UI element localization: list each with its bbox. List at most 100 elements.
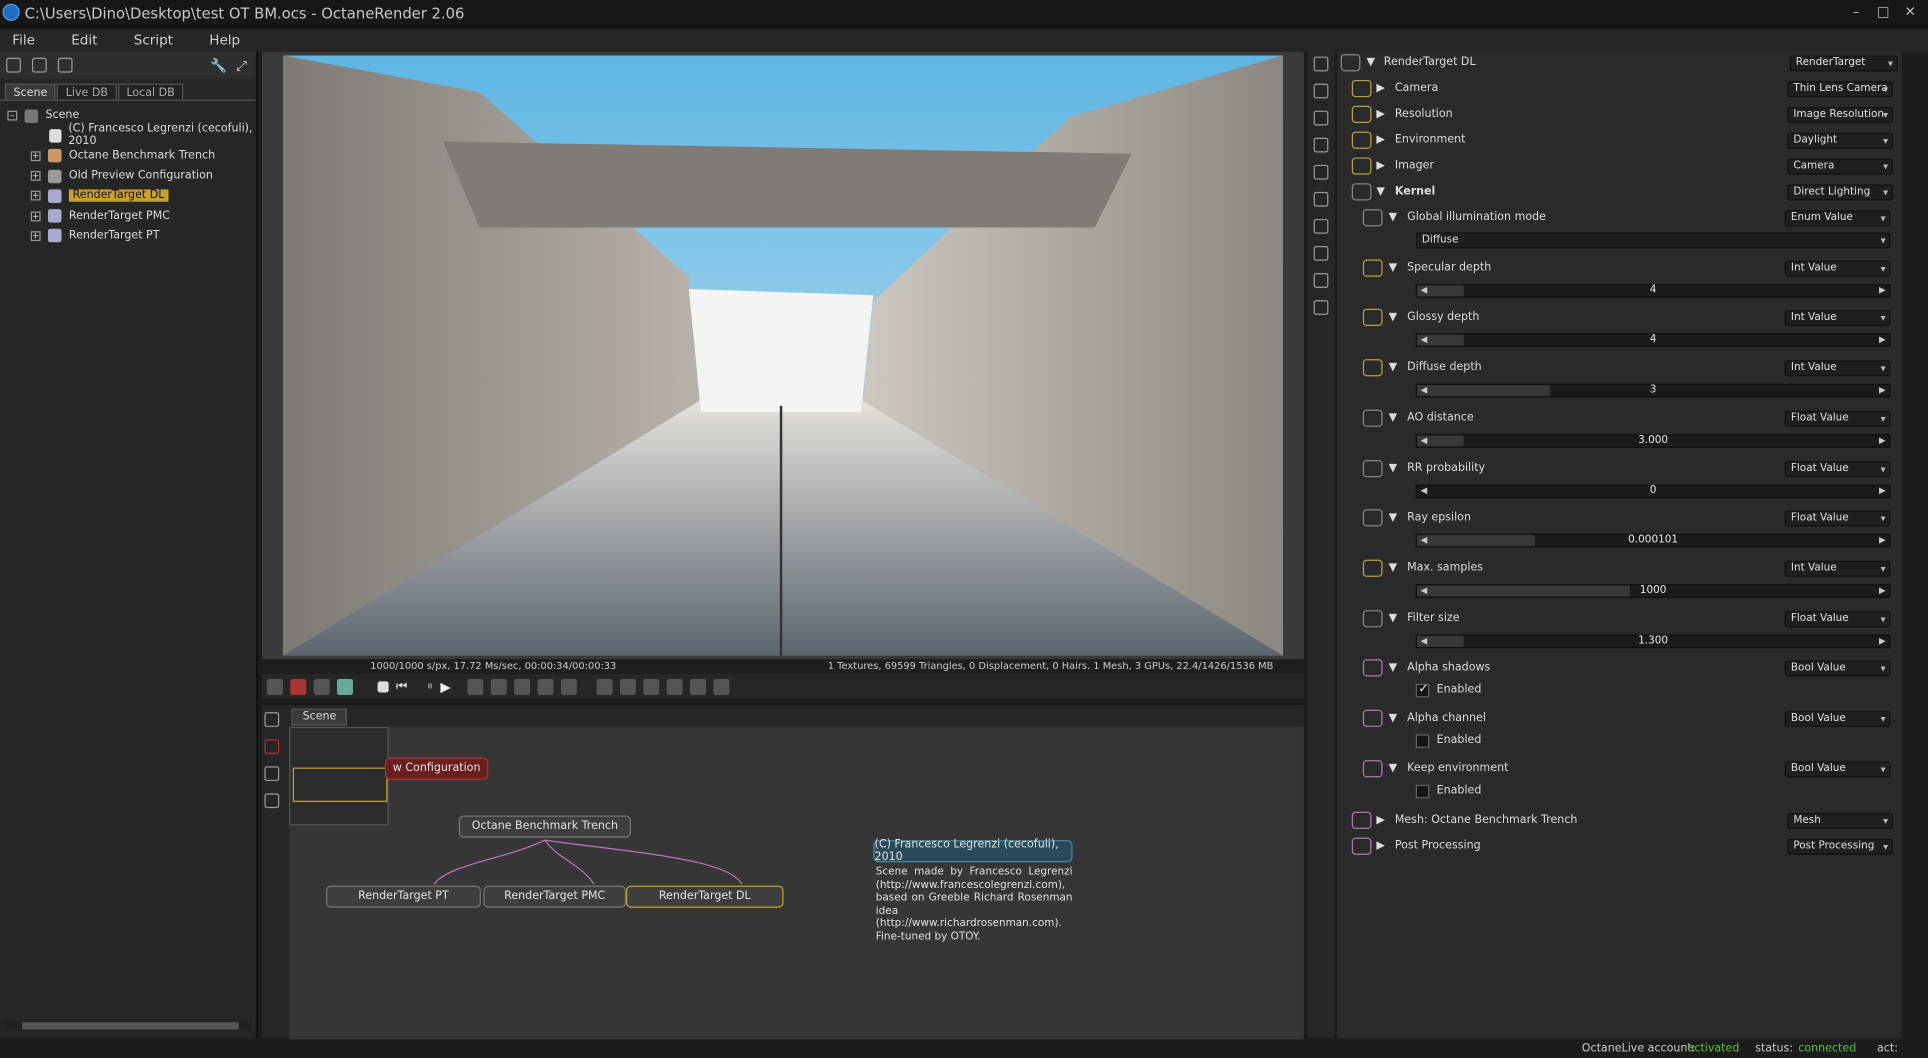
tree-item[interactable]: + RenderTarget PMC [0,206,256,226]
increment-icon[interactable]: ▶ [1879,435,1886,446]
comment-node-title[interactable]: (C) Francesco Legrenzi (cecofuli), 2010 [873,839,1073,863]
param-slider[interactable]: ◀ 0.000101 ▶ [1415,534,1891,548]
outliner-icon[interactable] [6,57,21,73]
param-type-select[interactable]: Bool Value [1784,660,1891,677]
param-type-select[interactable]: Float Value [1784,460,1891,477]
menu-help[interactable]: Help [209,30,240,52]
expand-arrow-icon[interactable]: ▼ [1389,712,1398,724]
enabled-checkbox[interactable] [1415,784,1430,798]
section-2[interactable]: ▶ Environment Daylight [1337,129,1902,154]
param-type-select[interactable]: Int Value [1784,360,1891,377]
param-type-select[interactable]: Float Value [1784,510,1891,527]
enabled-checkbox[interactable] [1415,734,1430,748]
expand-arrow-icon[interactable]: ▶ [1376,815,1385,827]
focus-picker-icon[interactable] [467,678,484,695]
param-type-select[interactable]: Enum Value [1784,210,1891,227]
param-pin-icon[interactable] [1362,309,1383,327]
menu-edit[interactable]: Edit [71,30,97,52]
inspector-tool-icon[interactable] [1313,191,1329,207]
menu-file[interactable]: File [12,30,35,52]
param-type-select[interactable]: Float Value [1784,410,1891,427]
viewport-icon[interactable] [620,678,637,695]
param-type-select[interactable]: Float Value [1784,610,1891,627]
material-picker-icon[interactable] [514,678,531,695]
node-tool-icon[interactable] [264,766,280,782]
increment-icon[interactable]: ▶ [1879,485,1886,496]
expand-arrow-icon[interactable]: ▼ [1389,412,1398,424]
param-slider[interactable]: ◀ 3.000 ▶ [1415,433,1891,448]
pass-icon[interactable] [713,678,730,695]
decrement-icon[interactable]: ◀ [1421,635,1428,646]
camera-target-icon[interactable] [561,678,578,695]
section-1[interactable]: ▶ Resolution Image Resolution [1337,103,1902,128]
param-type-select[interactable]: Int Value [1784,260,1891,277]
param-pin-icon[interactable] [1362,609,1383,627]
zoom-icon[interactable] [597,678,614,695]
inspector-tool-icon[interactable] [1313,83,1329,99]
expand-arrow-icon[interactable]: ▼ [1389,362,1398,374]
decrement-icon[interactable]: ◀ [1421,385,1428,396]
object-picker-icon[interactable] [538,678,555,695]
decrement-icon[interactable]: ◀ [1421,535,1428,546]
param-type-select[interactable]: Int Value [1784,560,1891,577]
param-slider[interactable]: ◀ 0 ▶ [1415,484,1891,498]
expand-arrow-icon[interactable]: ▶ [1376,108,1385,120]
expand-arrow-icon[interactable]: ▼ [1389,662,1398,674]
inspector-tool-icon[interactable] [1313,273,1329,288]
increment-icon[interactable]: ▶ [1879,635,1886,646]
inspector-tool-icon[interactable] [1313,164,1329,180]
param-pin-icon[interactable] [1362,759,1383,777]
wrench-icon[interactable]: 🔧 [210,58,227,74]
increment-icon[interactable]: ▶ [1879,585,1886,596]
param-slider[interactable]: ◀ 4 ▶ [1415,283,1891,298]
pause-icon[interactable]: ⏸ [427,680,433,694]
render-image[interactable] [282,55,1283,656]
increment-icon[interactable]: ▶ [1879,285,1886,296]
tab-live-db[interactable]: Live DB [57,83,117,100]
tree-item[interactable]: (C) Francesco Legrenzi (cecofuli), 2010 [0,124,256,148]
section-value-select[interactable]: Camera [1787,158,1893,175]
param-slider[interactable]: ◀ 1000 ▶ [1415,584,1891,598]
param-pin-icon[interactable] [1362,459,1383,477]
expand-arrow-icon[interactable]: ▶ [1376,160,1385,172]
decrement-icon[interactable]: ◀ [1421,585,1428,596]
param-slider[interactable]: ◀ 1.300 ▶ [1415,634,1891,648]
node-tool-icon[interactable] [264,712,280,727]
rewind-icon[interactable]: ⏮ [396,680,407,694]
param-pin-icon[interactable] [1362,359,1383,377]
decrement-icon[interactable]: ◀ [1421,285,1428,296]
section-0[interactable]: ▶ Camera Thin Lens Camera [1337,77,1902,102]
section-value-select[interactable]: Daylight [1787,132,1893,149]
tree-item-selected[interactable]: + RenderTarget DL [0,186,256,206]
region-icon[interactable] [313,678,330,695]
save-render-icon[interactable] [266,678,283,695]
decrement-icon[interactable]: ◀ [1421,435,1428,446]
expand-arrow-icon[interactable]: ▼ [1389,312,1398,324]
expand-arrow-icon[interactable]: ▼ [1389,562,1398,574]
section-value-select[interactable]: Mesh [1787,813,1893,830]
white-balance-icon[interactable] [491,678,508,695]
param-pin-icon[interactable] [1362,509,1383,527]
param-slider[interactable]: ◀ 3 ▶ [1415,383,1891,398]
expand-arrow-icon[interactable]: ▶ [1376,841,1385,853]
render-target-type-select[interactable]: RenderTarget [1789,55,1898,72]
expand-arrow-icon[interactable]: ▼ [1389,462,1398,474]
expand-arrow-icon[interactable]: ▼ [1376,186,1385,198]
node-tool-icon[interactable] [264,793,280,809]
param-pin-icon[interactable] [1362,709,1383,727]
expand-arrow-icon[interactable]: ▼ [1367,57,1376,69]
increment-icon[interactable]: ▶ [1879,385,1886,396]
tree-item[interactable]: + RenderTarget PT [0,226,256,246]
close-button[interactable]: ✕ [1899,4,1921,21]
inspector-tool-icon[interactable] [1313,110,1329,126]
param-slider[interactable]: ◀ 4 ▶ [1415,333,1891,348]
expand-arrow-icon[interactable]: ▼ [1389,212,1398,224]
gi-mode-select[interactable]: Diffuse [1415,232,1891,249]
inspector-tool-icon[interactable] [1313,137,1329,153]
tab-local-db[interactable]: Local DB [117,83,184,100]
expand-arrow-icon[interactable]: ▼ [1389,762,1398,774]
tab-scene[interactable]: Scene [4,83,56,100]
param-pin-icon[interactable] [1362,409,1383,427]
lock-icon[interactable] [643,678,660,695]
expand-arrow-icon[interactable]: ▼ [1389,262,1398,274]
